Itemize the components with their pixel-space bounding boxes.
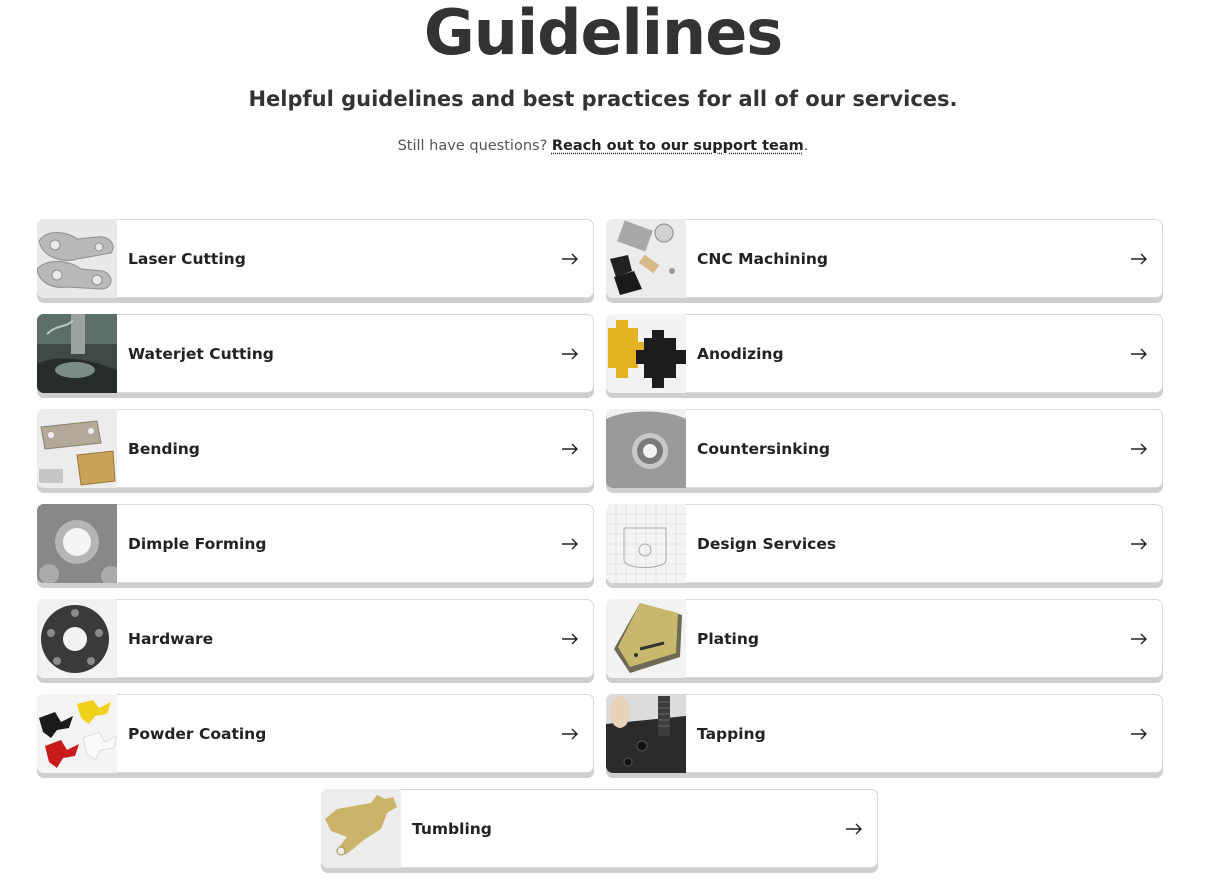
card-label: Hardware xyxy=(128,629,214,648)
arrow-right-icon xyxy=(1131,443,1147,454)
arrow-right-icon xyxy=(562,253,578,264)
card-label: Dimple Forming xyxy=(128,534,267,553)
card-label: CNC Machining xyxy=(697,249,829,268)
hardware-thumbnail xyxy=(37,599,117,678)
guideline-card-laser-cutting[interactable]: Laser Cutting xyxy=(37,219,594,298)
card-label: Waterjet Cutting xyxy=(128,344,274,363)
card-label: Laser Cutting xyxy=(128,249,246,268)
card-label: Anodizing xyxy=(697,344,784,363)
page-title: Guidelines xyxy=(423,0,783,69)
arrow-right-icon xyxy=(1131,253,1147,264)
guideline-card-waterjet-cutting[interactable]: Waterjet Cutting xyxy=(37,314,594,393)
guideline-card-bending[interactable]: Bending xyxy=(37,409,594,488)
support-link[interactable]: Reach out to our support team xyxy=(552,138,804,154)
design-services-thumbnail xyxy=(606,504,686,583)
guideline-card-hardware[interactable]: Hardware xyxy=(37,599,594,678)
support-prefix: Still have questions? xyxy=(397,138,552,154)
countersinking-thumbnail xyxy=(606,409,686,488)
card-label: Tumbling xyxy=(412,819,492,838)
support-line: Still have questions? Reach out to our s… xyxy=(0,136,1206,156)
guideline-card-cnc-machining[interactable]: CNC Machining xyxy=(606,219,1163,298)
page-subtitle: Helpful guidelines and best practices fo… xyxy=(248,87,958,111)
tapping-thumbnail xyxy=(606,694,686,773)
arrow-right-icon xyxy=(1131,633,1147,644)
tumbling-thumbnail xyxy=(321,789,401,868)
card-label: Bending xyxy=(128,439,200,458)
guideline-card-plating[interactable]: Plating xyxy=(606,599,1163,678)
guideline-card-anodizing[interactable]: Anodizing xyxy=(606,314,1163,393)
support-suffix: . xyxy=(803,138,809,154)
arrow-right-icon xyxy=(1131,348,1147,359)
card-label: Tapping xyxy=(697,724,766,743)
cnc-machining-thumbnail xyxy=(606,219,686,298)
card-label: Countersinking xyxy=(697,439,830,458)
arrow-right-icon xyxy=(846,823,862,834)
laser-cutting-thumbnail xyxy=(37,219,117,298)
guideline-card-dimple-forming[interactable]: Dimple Forming xyxy=(37,504,594,583)
arrow-right-icon xyxy=(562,538,578,549)
anodizing-thumbnail xyxy=(606,314,686,393)
dimple-forming-thumbnail xyxy=(37,504,117,583)
arrow-right-icon xyxy=(1131,538,1147,549)
card-label: Powder Coating xyxy=(128,724,267,743)
guideline-card-countersinking[interactable]: Countersinking xyxy=(606,409,1163,488)
arrow-right-icon xyxy=(562,348,578,359)
guideline-card-tumbling[interactable]: Tumbling xyxy=(321,789,878,868)
bending-thumbnail xyxy=(37,409,117,488)
waterjet-cutting-thumbnail xyxy=(37,314,117,393)
arrow-right-icon xyxy=(1131,728,1147,739)
guideline-card-tapping[interactable]: Tapping xyxy=(606,694,1163,773)
plating-thumbnail xyxy=(606,599,686,678)
guideline-card-powder-coating[interactable]: Powder Coating xyxy=(37,694,594,773)
guideline-card-design-services[interactable]: Design Services xyxy=(606,504,1163,583)
card-label: Plating xyxy=(697,629,759,648)
powder-coating-thumbnail xyxy=(37,694,117,773)
card-label: Design Services xyxy=(697,534,837,553)
arrow-right-icon xyxy=(562,443,578,454)
arrow-right-icon xyxy=(562,728,578,739)
arrow-right-icon xyxy=(562,633,578,644)
